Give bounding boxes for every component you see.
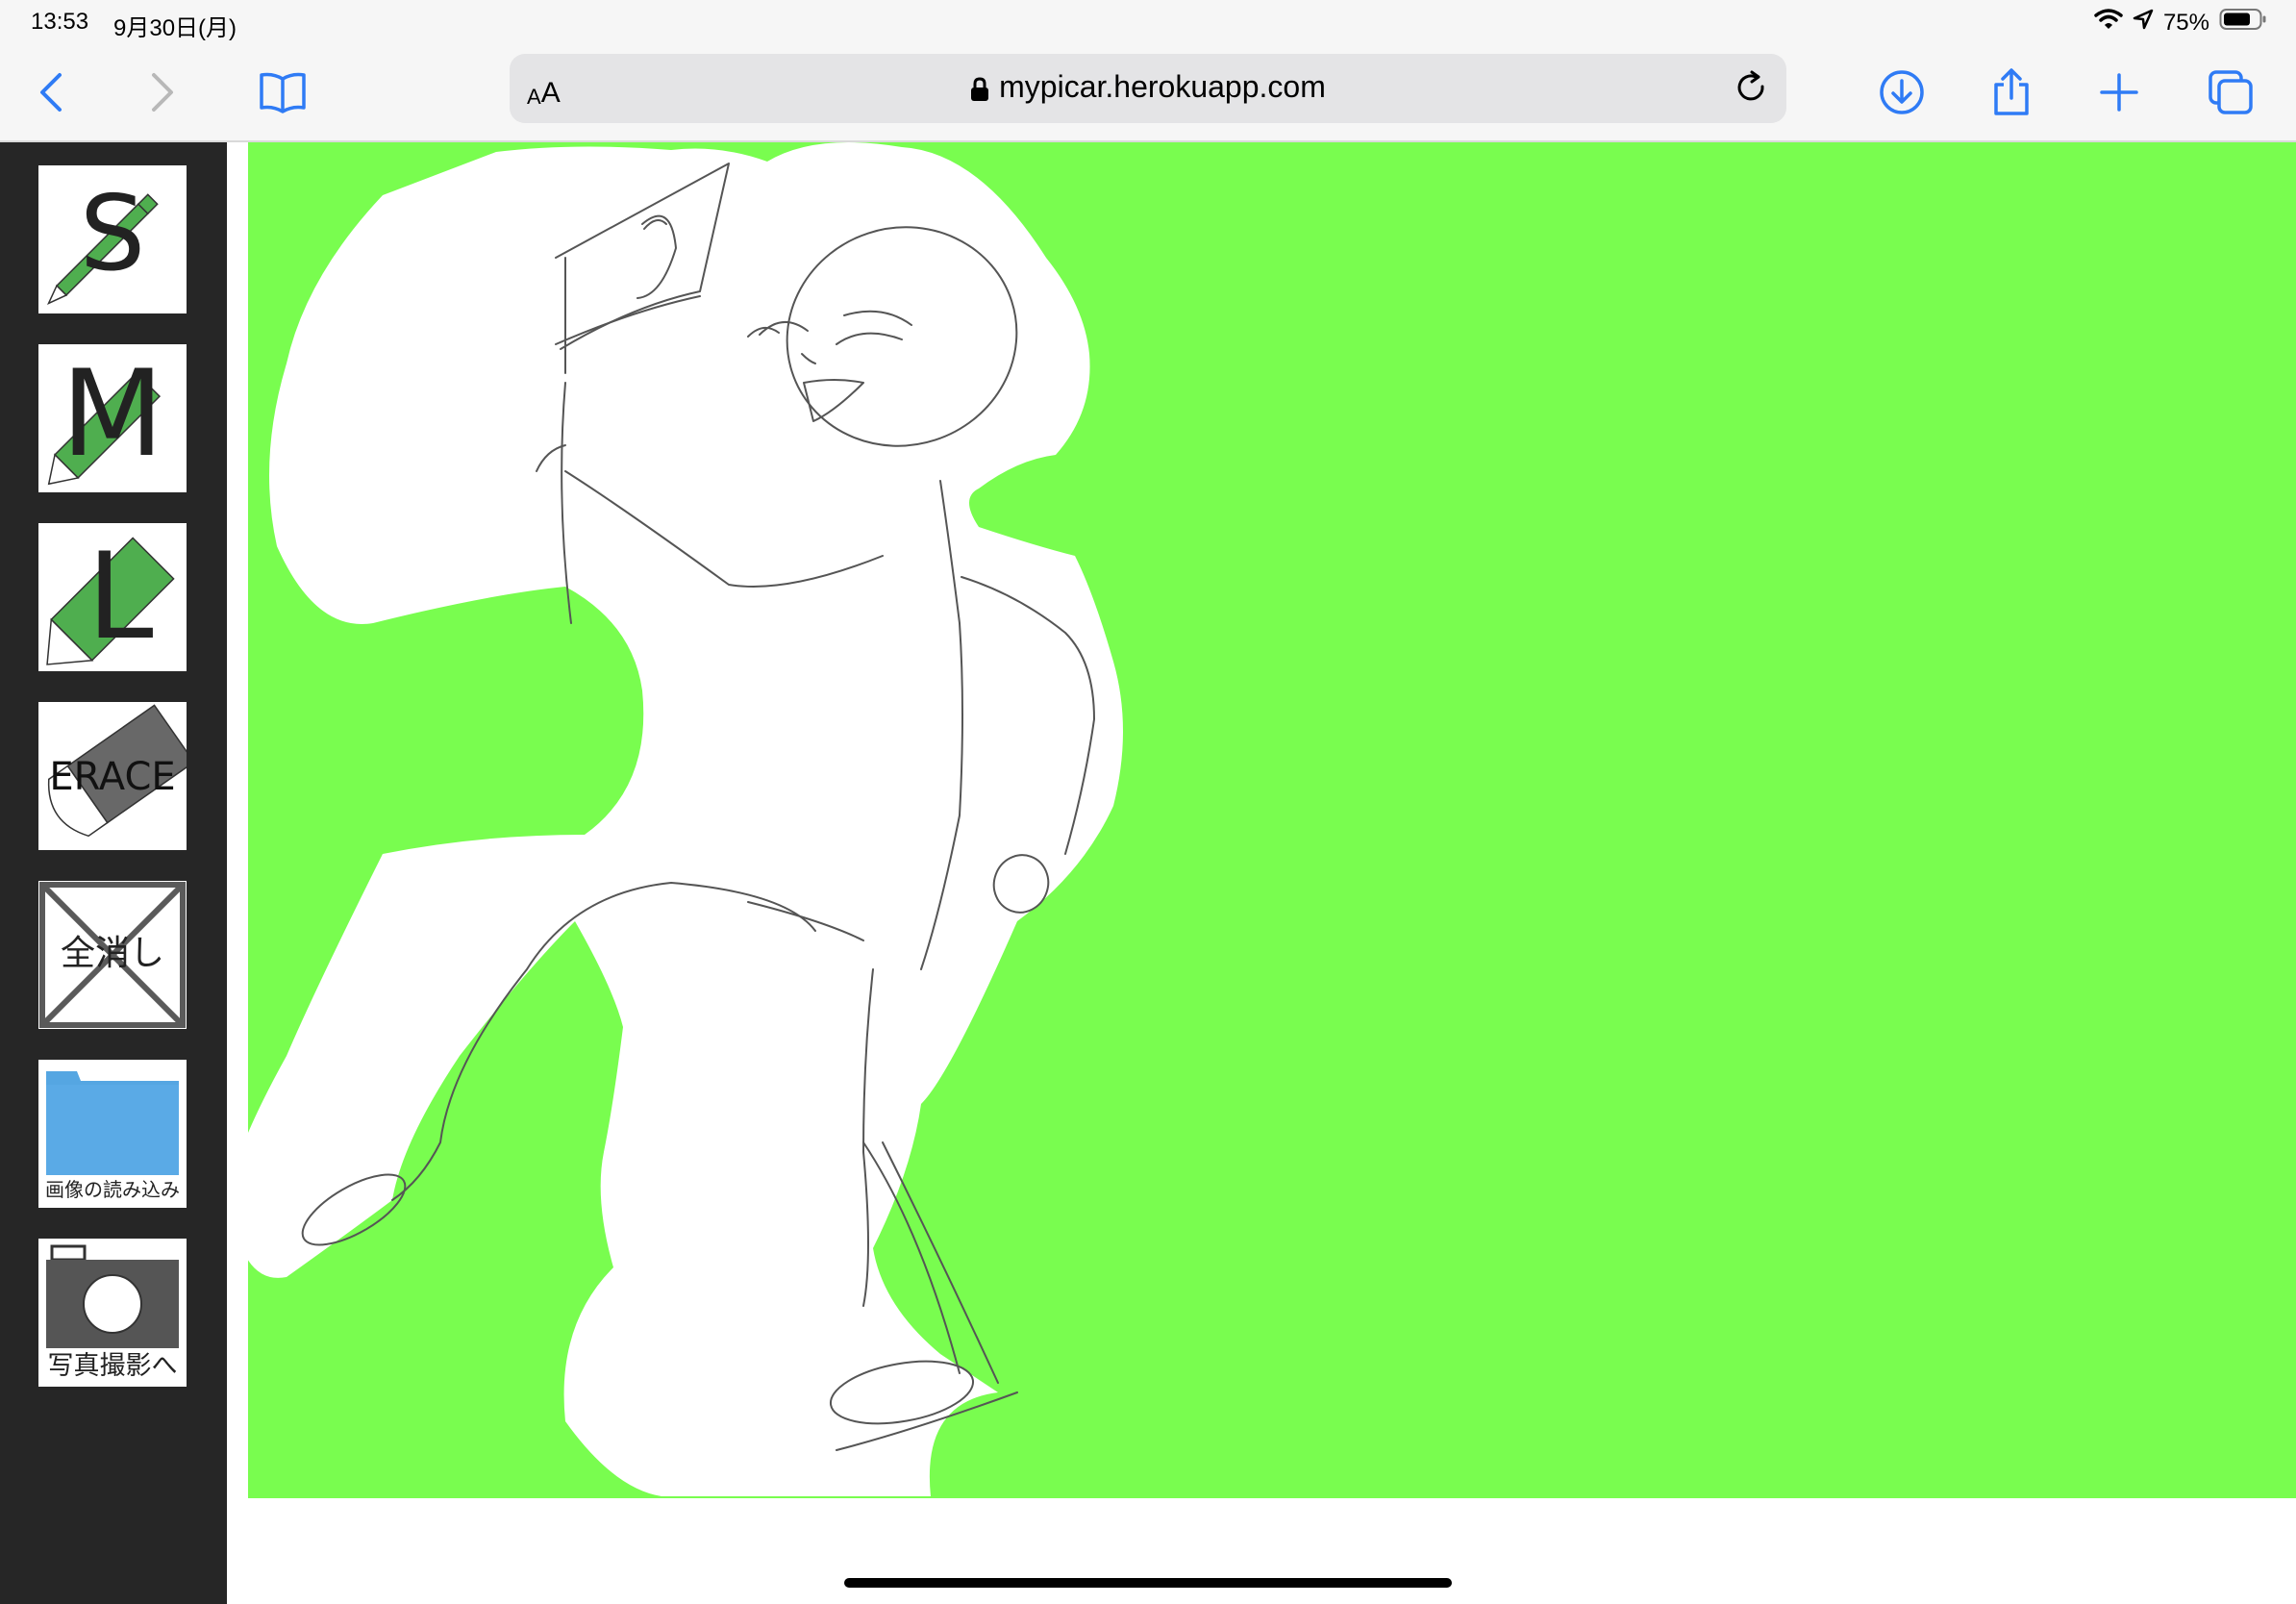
plus-icon xyxy=(2100,73,2138,112)
load-image-button[interactable]: 画像の読み込み xyxy=(38,1060,187,1208)
forward-button[interactable] xyxy=(131,62,192,123)
drawing-artwork xyxy=(248,142,1123,1496)
wifi-icon xyxy=(2094,8,2123,38)
chevron-right-icon xyxy=(152,73,173,112)
clear-all-label: 全消し xyxy=(60,934,164,973)
large-pen-label: L xyxy=(87,528,154,666)
bookmarks-button[interactable] xyxy=(252,62,313,123)
tabs-button[interactable] xyxy=(2200,62,2261,123)
eraser-label: ERACE xyxy=(49,755,176,799)
medium-pen-label: M xyxy=(61,345,164,484)
url-display[interactable]: mypicar.herokuapp.com xyxy=(510,69,1786,105)
downloads-button[interactable] xyxy=(1871,62,1933,123)
screen: 13:53 9月30日(月) 75% A A mypicar.herokuapp… xyxy=(0,0,2296,1604)
status-right: 75% xyxy=(2094,8,2267,38)
battery-icon xyxy=(2219,8,2267,38)
status-bar: 13:53 9月30日(月) 75% xyxy=(0,0,2296,44)
clear-all-button[interactable]: 全消し xyxy=(38,881,187,1029)
status-date: 9月30日(月) xyxy=(113,15,237,41)
back-button[interactable] xyxy=(21,62,83,123)
url-text: mypicar.herokuapp.com xyxy=(999,69,1326,104)
chevron-left-icon xyxy=(40,73,62,112)
small-pen-label: S xyxy=(79,174,146,294)
reload-icon xyxy=(1737,70,1764,101)
drawing-canvas[interactable] xyxy=(248,142,2296,1498)
address-bar[interactable]: A A mypicar.herokuapp.com xyxy=(510,54,1786,123)
download-icon xyxy=(1880,70,1924,114)
new-tab-button[interactable] xyxy=(2088,62,2150,123)
browser-toolbar: A A mypicar.herokuapp.com xyxy=(0,44,2296,142)
load-image-label: 画像の読み込み xyxy=(45,1178,180,1201)
medium-pen-button[interactable]: M xyxy=(38,344,187,492)
status-time: 13:53 xyxy=(31,9,89,35)
book-icon xyxy=(260,72,306,113)
large-pen-button[interactable]: L xyxy=(38,523,187,671)
home-indicator xyxy=(844,1578,1452,1588)
reload-button[interactable] xyxy=(1731,67,1773,110)
small-pen-button[interactable]: S xyxy=(38,165,187,313)
location-icon xyxy=(2133,9,2154,37)
share-button[interactable] xyxy=(1981,62,2042,123)
tool-panel: S M L ERACE 全消し 画像の読み込み 写真撮影へ xyxy=(0,142,227,1604)
tabs-icon xyxy=(2209,70,2253,114)
battery-percent: 75% xyxy=(2162,9,2209,36)
take-photo-button[interactable]: 写真撮影へ xyxy=(38,1239,187,1387)
eraser-button[interactable]: ERACE xyxy=(38,702,187,850)
take-photo-label: 写真撮影へ xyxy=(47,1351,178,1381)
share-icon xyxy=(1994,68,2029,115)
lock-icon xyxy=(971,77,989,101)
